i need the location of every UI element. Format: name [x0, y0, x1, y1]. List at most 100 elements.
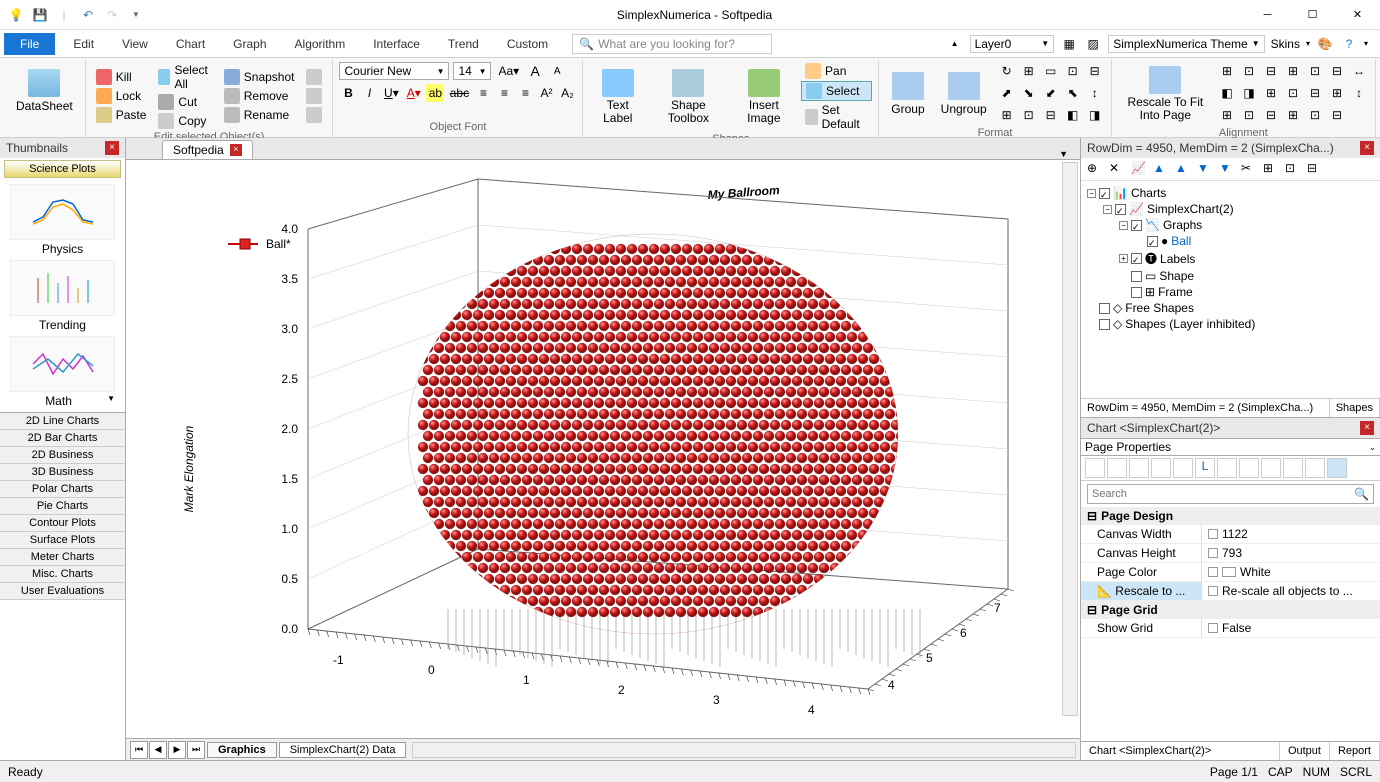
- select-button[interactable]: Select: [801, 81, 872, 101]
- close-button[interactable]: ✕: [1335, 0, 1380, 30]
- tree-charts[interactable]: Charts: [1131, 186, 1166, 200]
- v-rescale[interactable]: Re-scale all objects to ...: [1222, 584, 1353, 598]
- fmt-icon-14[interactable]: ◧: [1063, 106, 1083, 124]
- nav-prev-icon[interactable]: ◀: [149, 741, 167, 759]
- fmt-icon-1[interactable]: ↻: [997, 62, 1017, 80]
- theme-select[interactable]: SimplexNumerica Theme▼: [1108, 35, 1264, 53]
- super-icon[interactable]: A²: [537, 84, 555, 102]
- menu-algorithm[interactable]: Algorithm: [281, 33, 360, 55]
- sub-icon[interactable]: A₂: [558, 84, 576, 102]
- chart-canvas[interactable]: My Ballroom Ball* Mark Elongation: [126, 160, 1080, 738]
- thumb-trending[interactable]: Trending: [10, 260, 115, 332]
- tool-icon-5[interactable]: ▲: [1175, 161, 1191, 177]
- file-menu[interactable]: File: [4, 33, 55, 55]
- italic-icon[interactable]: I: [360, 84, 378, 102]
- cat-usereval[interactable]: User Evaluations: [0, 583, 125, 600]
- ptab-10[interactable]: [1283, 458, 1303, 478]
- al-10[interactable]: ⊞: [1261, 84, 1281, 102]
- hscrollbar[interactable]: [412, 742, 1076, 758]
- snapshot-button[interactable]: Snapshot: [220, 68, 299, 86]
- tree-ball[interactable]: Ball: [1171, 234, 1191, 248]
- al-13[interactable]: ⊞: [1327, 84, 1347, 102]
- tree-simplexchart[interactable]: SimplexChart(2): [1147, 202, 1234, 216]
- help-icon[interactable]: ?: [1340, 35, 1358, 53]
- tool-icon-3[interactable]: 📈: [1131, 161, 1147, 177]
- group-button[interactable]: Group: [885, 70, 930, 118]
- al-11[interactable]: ⊡: [1283, 84, 1303, 102]
- al-7[interactable]: ↔: [1349, 62, 1369, 80]
- nav-last-icon[interactable]: ⏭: [187, 741, 205, 759]
- tree-labels[interactable]: Labels: [1160, 252, 1195, 266]
- rescale-button[interactable]: Rescale To Fit Into Page: [1118, 64, 1213, 124]
- ptab-7[interactable]: [1217, 458, 1237, 478]
- ptab-3[interactable]: [1129, 458, 1149, 478]
- font-size-select[interactable]: 14▼: [453, 62, 491, 80]
- datasheet-button[interactable]: DataSheet: [10, 67, 79, 115]
- paste-button[interactable]: Paste: [92, 106, 151, 124]
- thumb-physics[interactable]: Physics: [10, 184, 115, 256]
- align-right-icon[interactable]: ≡: [516, 84, 534, 102]
- chevron-up-icon[interactable]: ▲: [946, 35, 964, 53]
- pan-button[interactable]: Pan: [801, 62, 872, 80]
- v-showgrid[interactable]: False: [1222, 621, 1251, 635]
- color-wheel-icon[interactable]: 🎨: [1316, 35, 1334, 53]
- rename-button[interactable]: Rename: [220, 106, 299, 124]
- skins-label[interactable]: Skins: [1271, 37, 1300, 51]
- collapse-icon[interactable]: ⊟: [1087, 509, 1097, 523]
- thumb-dd-icon[interactable]: ▼: [107, 394, 115, 403]
- icon-btn-c[interactable]: [302, 106, 326, 124]
- ptab-2[interactable]: [1107, 458, 1127, 478]
- tool-icon-4[interactable]: ▲: [1153, 161, 1169, 177]
- caps-icon[interactable]: Aa▾: [495, 62, 522, 80]
- al-4[interactable]: ⊞: [1283, 62, 1303, 80]
- copy-button[interactable]: Copy: [154, 112, 215, 130]
- maximize-button[interactable]: ☐: [1290, 0, 1335, 30]
- fmt-icon-9[interactable]: ⬉: [1063, 84, 1083, 102]
- menu-view[interactable]: View: [108, 33, 162, 55]
- menu-chart[interactable]: Chart: [162, 33, 219, 55]
- tool-icon-1[interactable]: ⊕: [1087, 161, 1103, 177]
- stat-shapes[interactable]: Shapes: [1330, 399, 1380, 417]
- al-17[interactable]: ⊟: [1261, 106, 1281, 124]
- al-9[interactable]: ◨: [1239, 84, 1259, 102]
- remove-button[interactable]: Remove: [220, 87, 299, 105]
- grow-font-icon[interactable]: A: [526, 62, 544, 80]
- tab-graphics[interactable]: Graphics: [207, 742, 277, 758]
- close-prop-icon[interactable]: ×: [1360, 421, 1374, 435]
- al-1[interactable]: ⊞: [1217, 62, 1237, 80]
- fmt-icon-10[interactable]: ↕: [1085, 84, 1105, 102]
- icon-btn-b[interactable]: [302, 87, 326, 105]
- thumb-math[interactable]: Math▼: [10, 336, 115, 408]
- menu-custom[interactable]: Custom: [493, 33, 562, 55]
- tree-shapeslayer[interactable]: Shapes (Layer inhibited): [1125, 317, 1255, 331]
- prop-search-icon[interactable]: 🔍: [1354, 487, 1369, 501]
- object-tree[interactable]: −📊 Charts −📈 SimplexChart(2) −📉 Graphs ●…: [1081, 181, 1380, 398]
- font-name-select[interactable]: Courier New▼: [339, 62, 449, 80]
- fmt-icon-13[interactable]: ⊟: [1041, 106, 1061, 124]
- layer-select[interactable]: Layer0▼: [970, 35, 1055, 53]
- tool-icon-9[interactable]: ⊞: [1263, 161, 1279, 177]
- fmt-icon-12[interactable]: ⊡: [1019, 106, 1039, 124]
- doc-tab-softpedia[interactable]: Softpedia×: [162, 140, 253, 159]
- cat-contour[interactable]: Contour Plots: [0, 515, 125, 532]
- tab-chartdata[interactable]: SimplexChart(2) Data: [279, 742, 407, 758]
- qat-dropdown-icon[interactable]: ▼: [128, 7, 144, 23]
- menu-interface[interactable]: Interface: [359, 33, 434, 55]
- align-center-icon[interactable]: ≡: [495, 84, 513, 102]
- nav-next-icon[interactable]: ▶: [168, 741, 186, 759]
- al-16[interactable]: ⊡: [1239, 106, 1259, 124]
- ptab-5[interactable]: [1173, 458, 1193, 478]
- help-dd-icon[interactable]: ▾: [1364, 39, 1368, 48]
- ptab-1[interactable]: [1085, 458, 1105, 478]
- collapse-icon-2[interactable]: ⊟: [1087, 603, 1097, 617]
- fmt-icon-5[interactable]: ⊟: [1085, 62, 1105, 80]
- tool-icon-8[interactable]: ✂: [1241, 161, 1257, 177]
- fmt-icon-11[interactable]: ⊞: [997, 106, 1017, 124]
- kill-button[interactable]: Kill: [92, 68, 151, 86]
- cat-pie[interactable]: Pie Charts: [0, 498, 125, 515]
- al-14[interactable]: ↕: [1349, 84, 1369, 102]
- prop-search[interactable]: 🔍: [1087, 484, 1374, 504]
- vscrollbar[interactable]: [1062, 162, 1078, 716]
- fmt-icon-4[interactable]: ⊡: [1063, 62, 1083, 80]
- fmt-icon-2[interactable]: ⊞: [1019, 62, 1039, 80]
